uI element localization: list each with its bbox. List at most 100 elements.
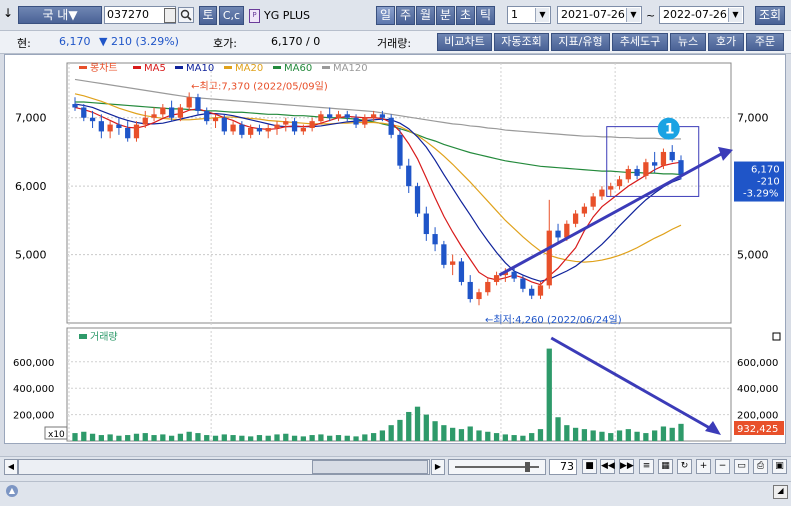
volume-bar [441, 425, 447, 441]
candle-body [344, 114, 350, 118]
fast-forward-icon[interactable]: ▶▶ [619, 459, 634, 474]
price-label: 현: [17, 37, 31, 50]
candle-body [327, 114, 333, 118]
volume-bar [467, 426, 473, 441]
quote-value: 6,170 / 0 [271, 35, 321, 48]
volume-bar [81, 431, 87, 441]
refresh-icon[interactable]: ↻ [677, 459, 692, 474]
volume-bar [458, 429, 465, 441]
zoom-slider-handle[interactable] [525, 462, 530, 472]
search-icon[interactable] [178, 7, 194, 23]
print-icon[interactable]: ⎙ [753, 459, 768, 474]
period-week[interactable]: 주 [396, 6, 415, 25]
list-icon[interactable]: ≡ [639, 459, 654, 474]
candle-body [212, 117, 219, 122]
legend-swatch-candle [79, 66, 87, 69]
legend-label-ma10: MA10 [186, 63, 214, 74]
date-to-field[interactable]: 2022-07-26 ▼ [659, 6, 744, 24]
candle-body [432, 234, 438, 245]
volume-bar [599, 431, 605, 441]
period-month[interactable]: 월 [416, 6, 435, 25]
candle-body [467, 281, 473, 300]
order-button[interactable]: 주문 [746, 33, 784, 51]
period-minute[interactable]: 분 [436, 6, 455, 25]
volume-bar [406, 411, 412, 441]
compare-chart-button[interactable]: 비교차트 [437, 33, 492, 51]
legend-label-ma120: MA120 [333, 63, 368, 74]
candle-body [300, 128, 306, 132]
volume-legend-swatch [79, 334, 87, 339]
volume-bar [168, 435, 175, 441]
quote-button[interactable]: 호가 [708, 33, 744, 51]
right-price-label: 7,000 [737, 112, 769, 125]
stock-code-value: 037270 [107, 8, 149, 21]
window-icon[interactable]: ▭ [734, 459, 749, 474]
tc-button[interactable]: 토 [199, 6, 217, 25]
candle-body [335, 114, 342, 118]
trend-tool-button[interactable]: 추세도구 [612, 33, 668, 51]
chart-area[interactable]: 7,0007,0006,0006,0005,0005,00004050607봉차… [4, 54, 786, 444]
query-button[interactable]: 조회 [755, 6, 785, 25]
news-button[interactable]: 뉴스 [670, 33, 706, 51]
left-volume-label: 400,000 [13, 384, 54, 395]
interval-value: 1 [511, 8, 518, 21]
market-dropdown[interactable]: 국 내▼ [18, 6, 102, 24]
left-volume-label: 200,000 [13, 411, 54, 422]
volume-bar [643, 433, 649, 441]
grid-icon[interactable]: ▦ [658, 459, 673, 474]
candle-body [370, 114, 377, 118]
candle-body [116, 124, 122, 128]
volume-bar [397, 419, 403, 441]
volume-bar [151, 435, 157, 441]
calendar-dropdown-icon[interactable]: ▼ [728, 8, 742, 22]
right-volume-label: 400,000 [737, 384, 778, 395]
legend-swatch-ma5 [133, 66, 141, 69]
stop-icon[interactable]: ■ [582, 459, 597, 474]
rewind-icon[interactable]: ◀◀ [600, 459, 615, 474]
save-image-icon[interactable]: ▣ [772, 459, 787, 474]
period-day[interactable]: 일 [376, 6, 395, 25]
scroll-left-button[interactable]: ◀ [4, 459, 18, 475]
down-arrow-button[interactable]: ↓ [3, 6, 17, 24]
volume-bar [177, 433, 184, 441]
chevron-down-icon[interactable]: ▼ [535, 8, 549, 22]
volume-bar [309, 435, 315, 441]
volume-bar [265, 435, 271, 441]
right-volume-label: 600,000 [737, 358, 778, 369]
candle-body [520, 278, 526, 289]
volume-bar [581, 429, 588, 441]
zoom-out-icon[interactable]: − [715, 459, 730, 474]
cc-button[interactable]: C,c [219, 6, 244, 25]
calendar-dropdown-icon[interactable]: ▼ [626, 8, 640, 22]
candle-body [564, 223, 570, 238]
price-volume-chart[interactable]: 7,0007,0006,0006,0005,0005,00004050607봉차… [5, 55, 785, 443]
scroll-right-button[interactable]: ▶ [431, 459, 445, 475]
candle-body [186, 97, 192, 108]
candle-body [318, 114, 324, 122]
candle-body [643, 162, 649, 176]
zoom-slider[interactable] [448, 459, 546, 475]
volume-bar [432, 421, 438, 441]
zoom-value[interactable]: 73 [549, 459, 577, 475]
left-price-label: 6,000 [15, 180, 47, 193]
auto-query-button[interactable]: 자동조회 [494, 33, 549, 51]
volume-bar [221, 434, 227, 441]
stock-flag-icon: P [249, 9, 260, 23]
candle-body [555, 230, 561, 238]
indicator-type-button[interactable]: 지표/유형 [551, 33, 610, 51]
scrollbar-thumb[interactable] [312, 460, 428, 474]
volume-bar [362, 434, 368, 441]
interval-select[interactable]: 1 ▼ [507, 6, 551, 24]
code-list-icon[interactable] [164, 8, 176, 23]
period-second[interactable]: 초 [456, 6, 475, 25]
collapse-icon[interactable]: ▲ [6, 485, 18, 497]
current-price-label: 6,170 [751, 165, 780, 176]
volume-bar [274, 434, 280, 441]
candle-body [572, 213, 579, 224]
date-from-field[interactable]: 2021-07-26 ▼ [557, 6, 642, 24]
resize-grip-icon[interactable]: ◢ [773, 485, 788, 499]
candle-body [98, 121, 104, 132]
zoom-in-icon[interactable]: + [696, 459, 711, 474]
price-change: ▼ 210 (3.29%) [99, 35, 179, 48]
period-tick[interactable]: 틱 [476, 6, 495, 25]
